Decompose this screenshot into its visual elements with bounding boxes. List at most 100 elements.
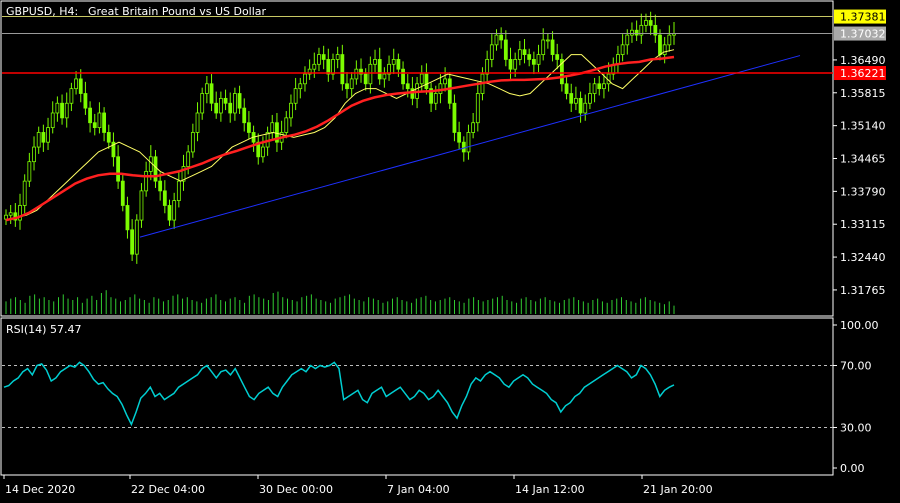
chart-svg: 100.00 70.00 30.00 0.00 1.36490 1.35815 1.351… xyxy=(0,0,886,496)
candle-body xyxy=(242,107,247,124)
candle-body xyxy=(494,34,499,46)
x-tick-label: 21 Jan 20:00 xyxy=(643,483,713,496)
candle-body xyxy=(377,59,382,80)
candle-body xyxy=(176,180,181,202)
trendline xyxy=(139,55,801,238)
candle-body xyxy=(508,59,513,70)
candle-body xyxy=(92,122,97,128)
rsi-y-tick-label: 0.00 xyxy=(840,462,865,475)
candle-body xyxy=(522,49,527,55)
candle-body xyxy=(186,151,191,167)
candle-body xyxy=(424,73,429,90)
candle-body xyxy=(396,59,401,70)
candle-body xyxy=(55,102,60,114)
rsi-y-tick-label: 70.00 xyxy=(840,360,872,373)
candle-body xyxy=(218,97,223,114)
candle-body xyxy=(667,34,672,46)
candle-body xyxy=(106,132,111,143)
current-price-box-text: 1.37032 xyxy=(840,28,886,41)
rsi-line xyxy=(3,361,675,427)
candle-body xyxy=(485,59,490,75)
y-tick-label: 1.35140 xyxy=(840,120,886,133)
candle-body xyxy=(471,122,476,133)
candle-body xyxy=(517,49,522,60)
candle-body xyxy=(172,200,177,221)
y-tick-label: 1.36490 xyxy=(840,54,886,67)
candle-body xyxy=(303,73,307,85)
volume-layer xyxy=(5,290,675,314)
rsi-panel-frame xyxy=(0,317,834,476)
chart-window: 100.00 70.00 30.00 0.00 1.36490 1.35815 1.351… xyxy=(0,0,900,500)
candle-body xyxy=(247,122,251,133)
candle-body xyxy=(345,83,349,90)
candle-body xyxy=(405,83,410,90)
candle-body xyxy=(32,146,36,163)
candle-body xyxy=(36,132,41,148)
x-tick-label: 14 Dec 2020 xyxy=(5,483,75,496)
candle-body xyxy=(452,102,457,133)
candle-body xyxy=(545,39,550,42)
candle-body xyxy=(466,132,471,153)
ma-slow-line xyxy=(5,55,675,222)
candle-body xyxy=(88,107,92,124)
candle-body xyxy=(588,93,592,104)
candle-body xyxy=(658,34,662,55)
candle-body xyxy=(270,122,275,133)
candle-body xyxy=(555,54,560,60)
candle-body xyxy=(634,29,639,36)
candle-body xyxy=(513,59,518,70)
candle-body xyxy=(125,205,130,231)
candle-body xyxy=(27,161,32,182)
rsi-y-tick-label: 30.00 xyxy=(840,422,872,435)
candle-body xyxy=(293,88,298,104)
candle-body xyxy=(22,180,27,206)
candle-body xyxy=(433,93,438,104)
candle-body xyxy=(97,112,102,128)
candle-body xyxy=(602,83,606,90)
candle-body xyxy=(331,59,335,75)
candle-body xyxy=(50,112,55,128)
candle-body xyxy=(354,68,359,80)
y-tick-label: 1.35815 xyxy=(840,87,886,100)
candle-body xyxy=(447,78,452,104)
candle-body xyxy=(349,78,354,90)
candle-body xyxy=(592,83,597,94)
candle-body xyxy=(564,83,569,94)
candle-body xyxy=(363,73,368,85)
candle-body xyxy=(312,63,317,70)
candle-body xyxy=(130,229,135,255)
candle-body xyxy=(340,54,345,85)
candle-body xyxy=(60,102,64,119)
x-tick-label: 22 Dec 04:00 xyxy=(131,483,205,496)
candle-body xyxy=(261,146,265,158)
candle-body xyxy=(284,117,289,133)
candle-body xyxy=(232,93,237,114)
rsi-layer: 100.00 70.00 30.00 0.00 xyxy=(2,319,879,475)
y-tick-label: 1.32440 xyxy=(840,251,886,264)
indicator-lines-layer xyxy=(2,16,833,238)
rsi-label: RSI(14) 57.47 xyxy=(6,323,81,336)
candle-body xyxy=(461,141,466,153)
candle-body xyxy=(83,93,88,109)
x-tick-label: 7 Jan 04:00 xyxy=(387,483,450,496)
candle-body xyxy=(536,54,541,65)
candle-body xyxy=(489,44,494,60)
chart-description: Great Britain Pound vs US Dollar xyxy=(88,5,267,18)
candle-body xyxy=(625,34,630,46)
candle-body xyxy=(74,78,78,90)
candle-body xyxy=(204,83,209,94)
y-axis-labels: 1.36490 1.35815 1.35140 1.34465 1.33790 1.331… xyxy=(833,54,886,297)
candle-body xyxy=(134,219,139,255)
chart-symbol: GBPUSD, H4: xyxy=(6,5,78,18)
main-panel-frame xyxy=(0,0,834,317)
candle-body xyxy=(223,97,228,104)
candle-body xyxy=(64,102,69,119)
candle-body xyxy=(475,93,480,124)
candle-body xyxy=(443,78,448,85)
candle-body xyxy=(214,102,219,114)
candle-body xyxy=(644,20,648,26)
x-axis-labels: 14 Dec 2020 22 Dec 04:00 30 Dec 00:00 7 Jan… xyxy=(3,475,713,496)
candle-body xyxy=(630,29,634,36)
candle-body xyxy=(317,54,321,65)
y-tick-label: 1.33115 xyxy=(840,218,886,231)
